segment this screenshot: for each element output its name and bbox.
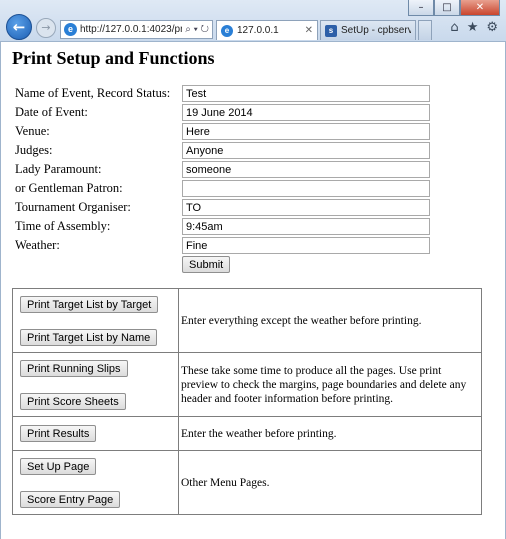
lady-paramount-field[interactable] — [182, 161, 430, 178]
forward-arrow-icon: → — [41, 21, 51, 34]
toolbar-icons: ⌂ ★ ⚙ — [450, 20, 498, 35]
set-up-page-button[interactable]: Set Up Page — [20, 457, 97, 475]
form-row: Time of Assembly: — [15, 217, 435, 236]
tab-label: SetUp - cpbserver ... — [341, 25, 411, 36]
field-label: Date of Event: — [15, 105, 88, 119]
tournament-organiser-field[interactable] — [182, 199, 430, 216]
row-description: Other Menu Pages. — [178, 450, 482, 515]
time-of-assembly-field[interactable] — [182, 218, 430, 235]
table-row: Print Results Enter the weather before p… — [12, 416, 482, 451]
venue-field[interactable] — [182, 123, 430, 140]
function-menu-table: Print Target List by Target Print Target… — [12, 288, 482, 515]
page-content: Print Setup and Functions Name of Event,… — [0, 42, 506, 539]
row-description: Enter everything except the weather befo… — [178, 288, 482, 353]
event-form: Name of Event, Record Status: Date of Ev… — [15, 84, 435, 273]
gentleman-patron-field[interactable] — [182, 180, 430, 197]
ie-page-icon: e — [221, 24, 233, 37]
back-button[interactable]: ← — [6, 14, 32, 40]
maximize-button[interactable]: □ — [434, 0, 460, 16]
page-favicon-icon: s — [325, 24, 337, 37]
field-label: Lady Paramount: — [15, 162, 102, 176]
button-cell: Print Results — [12, 416, 179, 451]
print-running-slips-button[interactable]: Print Running Slips — [20, 359, 128, 377]
weather-field[interactable] — [182, 237, 430, 254]
minimize-button[interactable]: – — [408, 0, 434, 16]
button-cell: Set Up Page Score Entry Page — [12, 450, 179, 515]
new-tab-button[interactable] — [418, 20, 432, 40]
home-icon[interactable]: ⌂ — [450, 20, 458, 35]
window-controls: – □ ✕ — [408, 0, 500, 16]
row-description: These take some time to produce all the … — [178, 352, 482, 417]
print-score-sheets-button[interactable]: Print Score Sheets — [20, 392, 126, 410]
settings-gear-icon[interactable]: ⚙ — [486, 20, 498, 35]
row-description: Enter the weather before printing. — [178, 416, 482, 451]
table-row: Print Target List by Target Print Target… — [12, 288, 482, 353]
print-target-list-by-name-button[interactable]: Print Target List by Name — [20, 328, 158, 346]
tab-current[interactable]: e 127.0.0.1 ✕ — [216, 20, 318, 40]
print-results-button[interactable]: Print Results — [20, 425, 97, 442]
score-entry-page-button[interactable]: Score Entry Page — [20, 490, 121, 508]
field-label: Time of Assembly: — [15, 219, 111, 233]
judges-field[interactable] — [182, 142, 430, 159]
field-label: Tournament Organiser: — [15, 200, 131, 214]
event-name-field[interactable] — [182, 85, 430, 102]
print-target-list-by-target-button[interactable]: Print Target List by Target — [20, 295, 159, 313]
field-label: Venue: — [15, 124, 50, 138]
forward-button[interactable]: → — [36, 18, 56, 38]
favorites-star-icon[interactable]: ★ — [467, 20, 479, 35]
table-row: Print Running Slips Print Score Sheets T… — [12, 352, 482, 417]
field-label: or Gentleman Patron: — [15, 181, 123, 195]
address-bar[interactable]: e http://127.0.0.1:4023/pr ⌕ ▾ ↻ — [60, 20, 213, 39]
button-cell: Print Running Slips Print Score Sheets — [12, 352, 179, 417]
event-date-field[interactable] — [182, 104, 430, 121]
form-row: Weather: — [15, 236, 435, 255]
field-label: Name of Event, Record Status: — [15, 86, 171, 100]
tab-setup[interactable]: s SetUp - cpbserver ... — [320, 20, 416, 40]
tab-close-icon[interactable]: ✕ — [305, 25, 313, 36]
form-row: Name of Event, Record Status: — [15, 84, 435, 103]
address-controls[interactable]: ⌕ ▾ ↻ — [182, 24, 212, 35]
field-label: Weather: — [15, 238, 60, 252]
table-row: Set Up Page Score Entry Page Other Menu … — [12, 450, 482, 515]
close-window-button[interactable]: ✕ — [460, 0, 500, 16]
page-title: Print Setup and Functions — [12, 48, 215, 68]
field-label: Judges: — [15, 143, 53, 157]
form-row: Tournament Organiser: — [15, 198, 435, 217]
form-row: Date of Event: — [15, 103, 435, 122]
form-row: Judges: — [15, 141, 435, 160]
address-url[interactable]: http://127.0.0.1:4023/pr — [80, 24, 182, 35]
form-row: Venue: — [15, 122, 435, 141]
back-arrow-icon: ← — [12, 18, 26, 36]
browser-chrome: – □ ✕ ← → e http://127.0.0.1:4023/pr ⌕ ▾… — [0, 0, 506, 42]
submit-button[interactable]: Submit — [182, 256, 231, 273]
form-row: or Gentleman Patron: — [15, 179, 435, 198]
tab-label: 127.0.0.1 — [237, 25, 279, 36]
form-row: Lady Paramount: — [15, 160, 435, 179]
site-icon: e — [64, 23, 77, 36]
button-cell: Print Target List by Target Print Target… — [12, 288, 179, 353]
